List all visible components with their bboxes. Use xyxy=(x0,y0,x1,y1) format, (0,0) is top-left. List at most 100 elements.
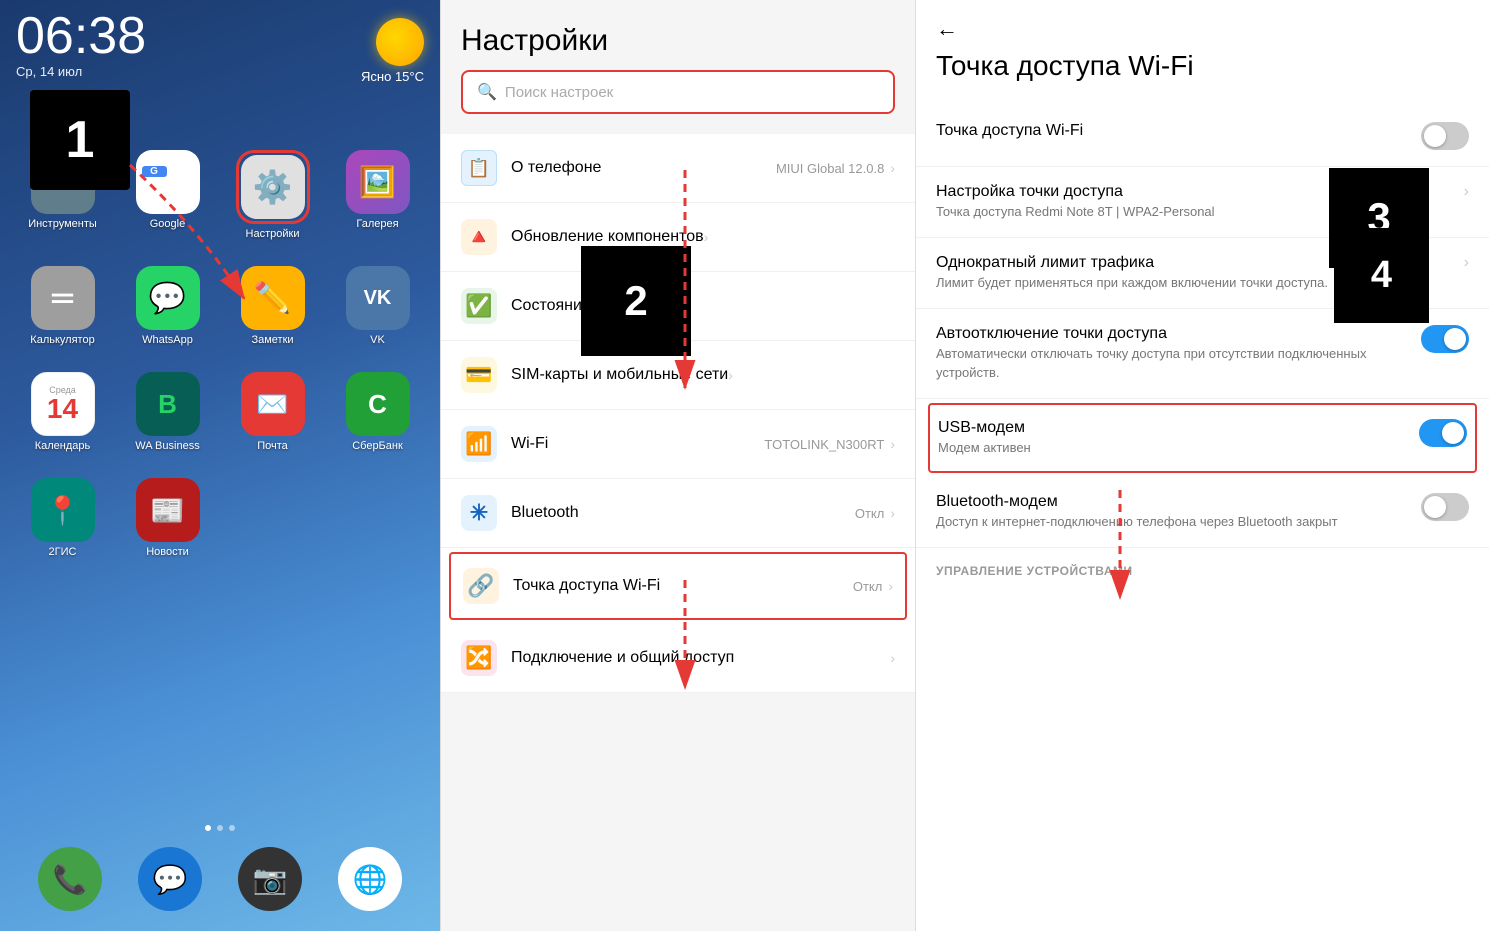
toggle-thumb xyxy=(1424,125,1446,147)
settings-icon-connections: 🔀 xyxy=(461,640,497,676)
app-label-settings: Настройки xyxy=(246,228,300,240)
app-icon-notes: ✏️ xyxy=(241,266,305,330)
tochka-item-right-auto-off xyxy=(1421,325,1469,353)
chevron-icon-5: › xyxy=(890,436,895,452)
chevron-icon-6: › xyxy=(890,505,895,521)
tochka-item-right-bt-modem xyxy=(1421,493,1469,521)
toggle-auto-off[interactable] xyxy=(1421,325,1469,353)
settings-icon-update: 🔺 xyxy=(461,219,497,255)
toggle-thumb-3 xyxy=(1442,422,1464,444)
dock-icon-camera: 📷 xyxy=(238,847,302,911)
app-label-instruments: Инструменты xyxy=(28,218,97,230)
settings-icon-protection: ✅ xyxy=(461,288,497,324)
dock-camera[interactable]: 📷 xyxy=(238,847,302,911)
app-notes[interactable]: ✏️ Заметки xyxy=(226,266,319,346)
back-button[interactable]: ← xyxy=(936,16,1469,42)
chevron-icon-8: › xyxy=(890,650,895,666)
settings-item-hotspot[interactable]: 🔗 Точка доступа Wi-Fi Откл › xyxy=(449,552,907,620)
tochka-item-content-auto-off: Автоотключение точки доступа Автоматичес… xyxy=(936,325,1421,381)
tochka-list: Точка доступа Wi-Fi Настройка точки дост… xyxy=(916,106,1489,582)
dock-chrome[interactable]: 🌐 xyxy=(338,847,402,911)
app-label-notes: Заметки xyxy=(251,334,293,346)
settings-value-wifi: TOTOLINK_N300RT xyxy=(764,437,884,452)
tochka-item-main-toggle[interactable]: Точка доступа Wi-Fi xyxy=(916,106,1489,167)
app-news[interactable]: 📰 Новости xyxy=(121,478,214,558)
app-label-calculator: Калькулятор xyxy=(30,334,94,346)
app-icon-2gis: 📍 xyxy=(31,478,95,542)
weather-icon xyxy=(376,18,424,66)
app-label-calendar: Календарь xyxy=(35,440,91,452)
page-dot-1 xyxy=(205,825,211,831)
app-icon-wa-business: B xyxy=(136,372,200,436)
tochka-panel: ← Точка доступа Wi-Fi Точка доступа Wi-F… xyxy=(915,0,1489,931)
app-grid-row4: 📍 2ГИС 📰 Новости xyxy=(0,462,440,558)
toggle-usb[interactable] xyxy=(1419,419,1467,447)
app-calendar[interactable]: Среда 14 Календарь xyxy=(16,372,109,452)
tochka-title: Точка доступа Wi-Fi xyxy=(936,50,1469,82)
date-display: Ср, 14 июл xyxy=(16,64,146,79)
app-settings[interactable]: ⚙️ Настройки xyxy=(226,150,319,240)
app-label-news: Новости xyxy=(146,546,189,558)
toggle-main-hotspot[interactable] xyxy=(1421,122,1469,150)
app-label-mail: Почта xyxy=(257,440,288,452)
tochka-item-title-main: Точка доступа Wi-Fi xyxy=(936,122,1409,140)
app-whatsapp[interactable]: 💬 WhatsApp xyxy=(121,266,214,346)
dock-messages[interactable]: 💬 xyxy=(138,847,202,911)
app-label-sberbank: СберБанк xyxy=(352,440,403,452)
toggle-bt-modem[interactable] xyxy=(1421,493,1469,521)
tochka-item-content-bt-modem: Bluetooth-модем Доступ к интернет-подклю… xyxy=(936,493,1421,531)
app-wa-business[interactable]: B WA Business xyxy=(121,372,214,452)
settings-header: Настройки 🔍 Поиск настроек xyxy=(441,0,915,126)
settings-value-bluetooth: Откл xyxy=(855,506,885,521)
tochka-item-usb[interactable]: USB-модем Модем активен xyxy=(928,403,1477,473)
app-icon-calendar: Среда 14 xyxy=(31,372,95,436)
app-gallery[interactable]: 🖼️ Галерея xyxy=(331,150,424,240)
app-vk[interactable]: VK VK xyxy=(331,266,424,346)
settings-label-hotspot: Точка доступа Wi-Fi xyxy=(513,577,660,595)
settings-item-wifi[interactable]: 📶 Wi-Fi TOTOLINK_N300RT › xyxy=(441,410,915,479)
app-grid-row3: Среда 14 Календарь B WA Business ✉️ Почт… xyxy=(0,356,440,452)
app-2gis[interactable]: 📍 2ГИС xyxy=(16,478,109,558)
tochka-header: ← Точка доступа Wi-Fi xyxy=(916,0,1489,106)
tochka-item-content-main: Точка доступа Wi-Fi xyxy=(936,122,1421,142)
settings-list: 📋 О телефоне MIUI Global 12.0.8 › 🔺 Обно… xyxy=(441,134,915,693)
app-icon-vk: VK xyxy=(346,266,410,330)
app-label-vk: VK xyxy=(370,334,385,346)
step4-indicator: 4 xyxy=(1334,228,1429,323)
settings-search-box[interactable]: 🔍 Поиск настроек xyxy=(461,70,895,114)
app-sberbank[interactable]: С СберБанк xyxy=(331,372,424,452)
home-screen: 06:38 Ср, 14 июл Ясно 15°C 1 Инструменты… xyxy=(0,0,440,931)
tochka-item-title-usb: USB-модем xyxy=(938,419,1407,437)
tochka-item-bt-modem[interactable]: Bluetooth-модем Доступ к интернет-подклю… xyxy=(916,477,1489,548)
app-label-google: Google xyxy=(150,218,185,230)
dock: 📞 💬 📷 🌐 xyxy=(0,847,440,911)
chevron-icon-7: › xyxy=(888,578,893,594)
app-calculator[interactable]: ＝ Калькулятор xyxy=(16,266,109,346)
settings-title: Настройки xyxy=(461,24,895,58)
app-google[interactable]: G Google xyxy=(121,150,214,240)
tochka-item-right-usb xyxy=(1419,419,1467,447)
settings-label-connections: Подключение и общий доступ xyxy=(511,649,890,667)
chevron-icon-4: › xyxy=(728,367,733,383)
settings-text-connections: Подключение и общий доступ xyxy=(511,649,890,667)
tochka-item-right-main xyxy=(1421,122,1469,150)
tochka-item-subtitle-auto-off: Автоматически отключать точку доступа пр… xyxy=(936,345,1409,381)
settings-label-wifi: Wi-Fi xyxy=(511,435,548,453)
app-icon-calculator: ＝ xyxy=(31,266,95,330)
page-dot-2 xyxy=(217,825,223,831)
app-label-whatsapp: WhatsApp xyxy=(142,334,193,346)
settings-item-bluetooth[interactable]: ✳ Bluetooth Откл › xyxy=(441,479,915,548)
dock-icon-messages: 💬 xyxy=(138,847,202,911)
settings-item-connections[interactable]: 🔀 Подключение и общий доступ › xyxy=(441,624,915,693)
tochka-item-limit[interactable]: 4 Однократный лимит трафика Лимит будет … xyxy=(916,238,1489,309)
settings-highlight-border: ⚙️ xyxy=(236,150,310,224)
tochka-item-subtitle-bt-modem: Доступ к интернет-подключению телефона ч… xyxy=(936,513,1409,531)
app-mail[interactable]: ✉️ Почта xyxy=(226,372,319,452)
settings-item-about[interactable]: 📋 О телефоне MIUI Global 12.0.8 › xyxy=(441,134,915,203)
step2-indicator: 2 xyxy=(581,246,691,356)
app-icon-gallery: 🖼️ xyxy=(346,150,410,214)
app-icon-settings: ⚙️ xyxy=(241,155,305,219)
settings-icon-about: 📋 xyxy=(461,150,497,186)
search-input[interactable]: Поиск настроек xyxy=(505,84,613,101)
dock-phone[interactable]: 📞 xyxy=(38,847,102,911)
